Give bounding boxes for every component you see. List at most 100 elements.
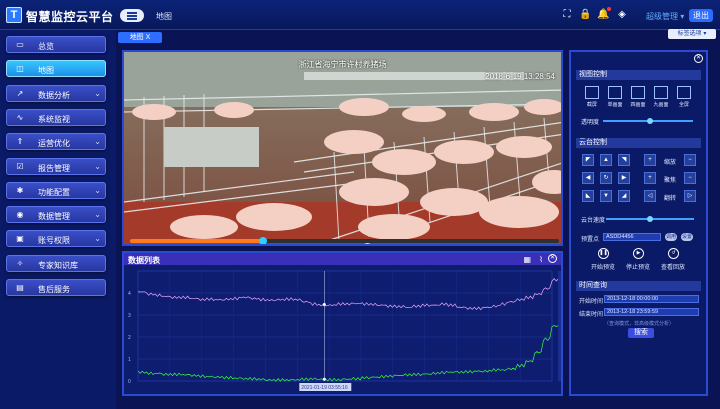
y-tick-label: 4 <box>128 291 131 297</box>
progress-handle[interactable] <box>258 237 267 244</box>
ptz-speed-handle[interactable] <box>647 216 653 222</box>
scrollbar[interactable] <box>558 271 561 381</box>
top-bar: T 智慧监控云平台 地图 ⛶ 🔒 🔔 ◈ 超级管理 ▾ 退出 <box>0 0 720 30</box>
ptz-speed-label: 云台速度 <box>581 218 606 224</box>
tab-map[interactable]: 地图 X <box>118 32 162 43</box>
ptz-up-right-button[interactable]: ◥ <box>618 154 630 166</box>
sidebar-item-7[interactable]: ◉ 数据管理 ⌄ <box>6 206 106 224</box>
video-progress-bar[interactable] <box>130 237 559 244</box>
sidebar-item-label: 功能配置 <box>38 187 70 197</box>
sidebar-item-6[interactable]: ✱ 功能配置 ⌄ <box>6 181 106 199</box>
zoom-out-button[interactable]: − <box>684 154 696 166</box>
four-grid-icon <box>631 86 645 99</box>
end-time-input[interactable]: 2013-12-18 23:59:59 <box>604 308 699 316</box>
transparency-label: 透明度 <box>581 120 600 126</box>
sidebar-item-5[interactable]: ☑ 报告管理 ⌄ <box>6 157 106 175</box>
sidebar-item-3[interactable]: ∿ 系统监视 <box>6 108 106 126</box>
sidebar-item-label: 专家知识库 <box>38 260 78 270</box>
line-chart-icon[interactable]: ⌇ <box>539 255 543 264</box>
zoom-in-button[interactable]: + <box>644 154 656 166</box>
bulb-icon: ✧ <box>16 258 24 268</box>
preset-input[interactable]: ASDD4456 <box>603 233 661 241</box>
focus-label: 聚焦 <box>664 178 677 184</box>
database-icon: ◉ <box>16 210 24 220</box>
start-time-input[interactable]: 2013-12-18 00:00:00 <box>604 295 699 303</box>
stop-preview-button[interactable]: 停止预览 <box>626 262 650 271</box>
breadcrumb: 地图 <box>156 12 172 21</box>
focus-in-button[interactable]: + <box>644 172 656 184</box>
sidebar-item-label: 账号权限 <box>38 236 70 246</box>
sidebar-item-10[interactable]: ▤ 售后服务 <box>6 279 106 296</box>
tooltip-text: 2021-01-19 03:55:16 <box>301 385 348 391</box>
sidebar-item-label: 数据管理 <box>38 212 70 222</box>
play-icon[interactable]: ▶ <box>633 248 644 259</box>
view-control-header: 视图控制 <box>576 70 701 80</box>
flip-right-button[interactable]: ▷ <box>684 190 696 202</box>
transparency-handle[interactable] <box>647 118 653 124</box>
fullscreen-icon[interactable]: ⛶ <box>561 9 573 21</box>
y-tick-label: 1 <box>128 357 131 363</box>
sidebar-item-0[interactable]: ▭ 总览 <box>6 36 106 53</box>
pause-icon[interactable]: ❚❚ <box>598 248 609 259</box>
rocket-icon: ⇑ <box>16 137 24 147</box>
close-icon[interactable]: ✕ <box>548 254 557 263</box>
ptz-auto-button[interactable]: ↻ <box>600 172 612 184</box>
flip-left-button[interactable]: ◁ <box>644 190 656 202</box>
logout-button[interactable]: 退出 <box>689 9 713 22</box>
nine-view-button[interactable]: 九画面 <box>651 86 671 110</box>
sidebar-item-2[interactable]: ↗ 数据分析 ⌄ <box>6 84 106 102</box>
table-icon[interactable]: ▦ <box>523 255 531 264</box>
gear-icon: ✱ <box>16 185 24 195</box>
ptz-up-button[interactable]: ▲ <box>600 154 612 166</box>
sidebar-item-9[interactable]: ✧ 专家知识库 <box>6 254 106 272</box>
video-frame <box>124 52 561 244</box>
y-tick-label: 2 <box>128 335 131 341</box>
four-view-button[interactable]: 四画面 <box>628 86 648 110</box>
data-chart: 0 1 2 3 4 2021-01-19 03:55:16 <box>128 270 561 391</box>
lock-icon: ▣ <box>16 234 24 244</box>
zoom-label: 缩放 <box>664 160 677 166</box>
sidebar-item-1[interactable]: ◫ 地图 <box>6 60 106 78</box>
data-list-panel: 数据列表 ▦ ⌇ ✕ 0 1 2 3 4 2021-01-19 03:55:16 <box>122 251 563 396</box>
ptz-down-button[interactable]: ▼ <box>600 190 612 202</box>
fullscreen-view-button[interactable]: 全屏 <box>674 86 694 110</box>
video-player[interactable]: 浙江省海宁市许村养猪场 2018-6-19 13:28:54 <box>122 50 563 246</box>
call-preset-button[interactable]: 调用 <box>665 233 677 241</box>
view-replay-button[interactable]: 查看回放 <box>661 262 685 271</box>
sidebar-item-label: 报告管理 <box>38 163 70 173</box>
focus-out-button[interactable]: − <box>684 172 696 184</box>
sidebar-item-label: 售后服务 <box>38 285 70 294</box>
ptz-down-left-button[interactable]: ◣ <box>582 190 594 202</box>
chevron-down-icon: ⌄ <box>94 234 101 244</box>
monitor-icon: ▭ <box>16 40 24 49</box>
set-preset-button[interactable]: 设置 <box>681 233 693 241</box>
time-query-header: 时间查询 <box>576 281 701 291</box>
screenshot-button[interactable]: 截屏 <box>582 86 602 110</box>
search-button[interactable]: 搜索 <box>628 328 654 338</box>
start-preview-button[interactable]: 开始预览 <box>591 262 615 271</box>
app-logo: T <box>6 7 22 23</box>
single-view-button[interactable]: 单画面 <box>605 86 625 110</box>
close-icon[interactable]: ✕ <box>694 54 703 63</box>
lock-icon[interactable]: 🔒 <box>579 9 591 21</box>
ptz-down-right-button[interactable]: ◢ <box>618 190 630 202</box>
service-icon: ▤ <box>16 283 24 292</box>
tag-options-dropdown[interactable]: 标签选项 ▾ <box>668 29 716 39</box>
expand-icon <box>677 86 691 99</box>
control-panel: ✕ 视图控制 截屏 单画面 四画面 九画面 全屏 透明度 云台控制 ◤ ▲ ◥ … <box>569 50 708 396</box>
sidebar-item-8[interactable]: ▣ 账号权限 ⌄ <box>6 230 106 248</box>
sidebar-item-label: 系统监视 <box>38 114 70 124</box>
ptz-right-button[interactable]: ▶ <box>618 172 630 184</box>
plot-area <box>137 270 553 382</box>
sidebar-item-label: 运营优化 <box>38 139 70 149</box>
chevron-down-icon: ⌄ <box>94 88 101 98</box>
sidebar-item-4[interactable]: ⇑ 运营优化 ⌄ <box>6 133 106 151</box>
paint-bucket-icon[interactable]: ◈ <box>616 9 628 21</box>
ptz-control-header: 云台控制 <box>576 138 701 148</box>
user-menu[interactable]: 超级管理 ▾ <box>646 11 684 22</box>
ptz-left-button[interactable]: ◀ <box>582 172 594 184</box>
menu-toggle-button[interactable] <box>120 9 144 22</box>
replay-icon[interactable]: ↺ <box>668 248 679 259</box>
video-timestamp: 2018-6-19 13:28:54 <box>485 72 555 81</box>
ptz-up-left-button[interactable]: ◤ <box>582 154 594 166</box>
